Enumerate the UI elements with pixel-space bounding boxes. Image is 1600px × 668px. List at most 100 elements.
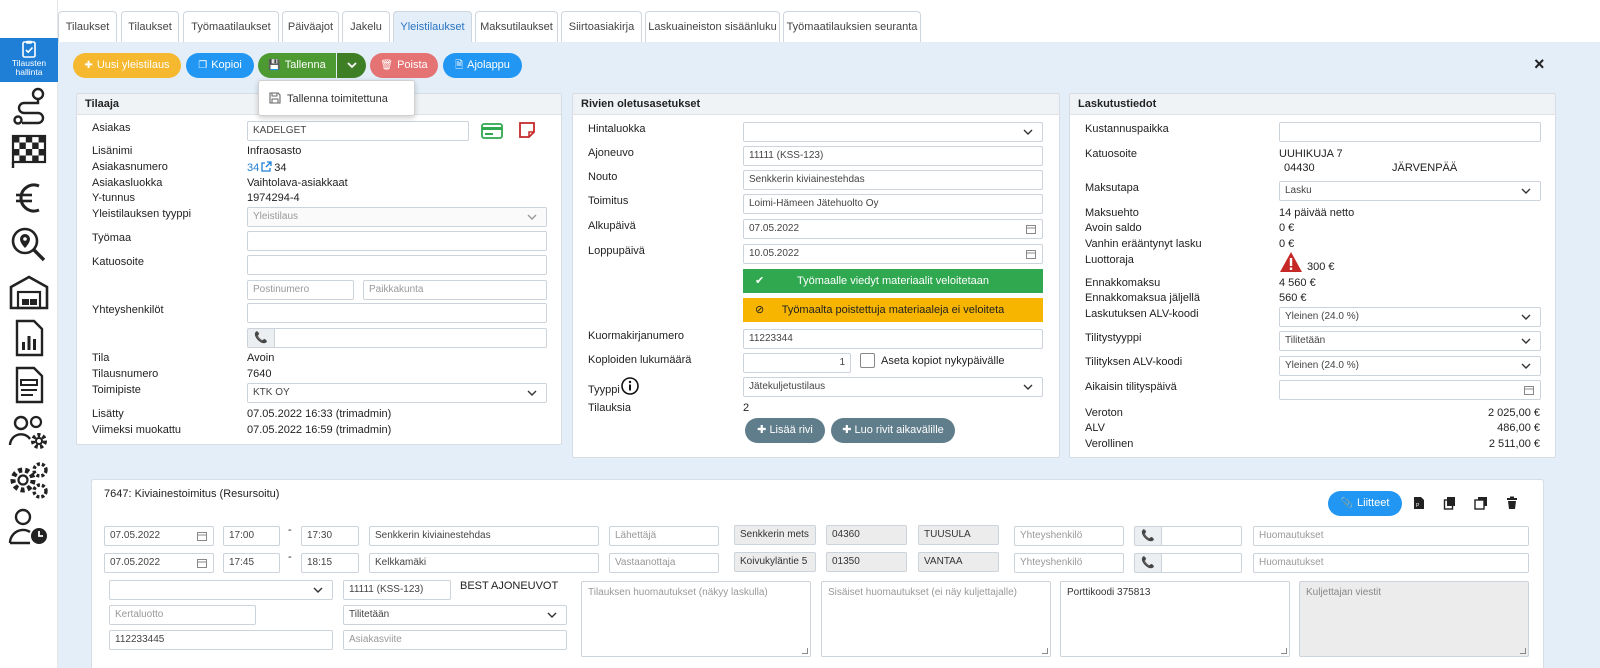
line1-notes-input[interactable]: Huomautukset (1253, 526, 1529, 546)
line1-street-input[interactable]: Senkkerin mets (734, 525, 816, 545)
warehouse-icon[interactable] (8, 272, 50, 312)
driver-messages-textarea[interactable]: Kuljettajan viestit (1299, 581, 1529, 657)
user-clock-icon[interactable] (8, 507, 50, 547)
close-icon[interactable]: × (1534, 55, 1545, 73)
line2-contact-input[interactable]: Yhteyshenkilö (1014, 553, 1124, 573)
tyomaa-input[interactable] (247, 231, 547, 251)
kustannus-input[interactable] (1279, 122, 1541, 142)
document-icon[interactable] (8, 365, 50, 405)
tab-paivaajot[interactable]: Päiväajot (282, 11, 339, 42)
katuosoite-input[interactable] (247, 255, 547, 275)
line1-city-input[interactable]: TUUSULA (918, 525, 999, 545)
resize-grip-icon[interactable] (1281, 648, 1287, 654)
tyyppi-select[interactable]: Yleistilaus (247, 207, 547, 227)
kertaluotto-input[interactable]: Kertaluotto (109, 605, 256, 625)
copy-button[interactable]: ❐ Kopioi (186, 53, 254, 78)
row-tilitys-select[interactable]: Tilitetään (343, 605, 567, 625)
toimitus-input[interactable]: Loimi-Hämeen Jätehuolto Oy (743, 194, 1043, 214)
external-link-icon[interactable] (261, 161, 272, 172)
tyyppi-select[interactable]: Jätekuljetustilaus (743, 377, 1043, 397)
line2-place-input[interactable]: Kelkkamäki (369, 553, 599, 573)
calendar-icon[interactable] (1026, 224, 1036, 234)
route-icon[interactable] (8, 86, 50, 126)
sidebar-item-order-management[interactable]: Tilausten hallinta (0, 38, 58, 82)
line1-from-time[interactable]: 17:00 (223, 526, 280, 546)
pdf-icon[interactable]: P (1412, 496, 1426, 510)
racing-flag-icon[interactable] (8, 130, 50, 170)
line2-street-input[interactable]: Koivukyläntie 5 (734, 552, 816, 572)
line2-to-time[interactable]: 18:15 (301, 553, 359, 573)
line1-date-input[interactable]: 07.05.2022 (104, 526, 214, 546)
ajoneuvo-input[interactable]: 11111 (KSS-123) (743, 146, 1043, 166)
resize-grip-icon[interactable] (1520, 648, 1526, 654)
postinumero-input[interactable]: Postinumero (247, 280, 354, 300)
users-settings-icon[interactable] (8, 413, 50, 453)
nouto-input[interactable]: Senkkerin kiviainestehdas (743, 170, 1043, 190)
order-notes-textarea[interactable]: Tilauksen huomautukset (näkyy laskulla) (581, 581, 811, 657)
ajolappu-button[interactable]: 🗎 Ajolappu (443, 53, 522, 78)
kuormakirja-input[interactable]: 11223344 (743, 329, 1043, 349)
charged-materials-toggle[interactable]: ✔ Työmaalle viedyt materiaalit veloitetaa… (743, 269, 1043, 293)
koplo-input[interactable]: 1 (743, 353, 851, 373)
tab-yleistilaukset[interactable]: Yleistilaukset (393, 11, 472, 42)
line2-city-input[interactable]: VANTAA (918, 552, 999, 572)
tab-tilaukset-1[interactable]: Tilaukset (58, 11, 117, 42)
maksutapa-select[interactable]: Lasku (1279, 181, 1541, 201)
hintaluokka-select[interactable] (743, 122, 1043, 142)
line1-phone-input[interactable] (1161, 526, 1242, 546)
calendar-icon[interactable] (197, 558, 207, 568)
credit-card-icon[interactable] (481, 123, 503, 139)
laskalv-select[interactable]: Yleinen (24.0 %) (1279, 307, 1541, 327)
add-rows-interval-button[interactable]: ✚ Luo rivit aikavälille (831, 418, 955, 443)
save-button[interactable]: 💾 Tallenna (258, 53, 336, 78)
gears-icon[interactable] (8, 460, 50, 500)
add-row-button[interactable]: ✚ Lisää rivi (745, 418, 825, 443)
resize-grip-icon[interactable] (1042, 648, 1048, 654)
info-icon[interactable] (621, 377, 639, 395)
tab-siirtoasiakirja[interactable]: Siirtoasiakirja (561, 11, 642, 42)
search-map-icon[interactable] (8, 224, 50, 264)
euro-icon[interactable] (8, 178, 50, 218)
attachments-button[interactable]: 📎 Liitteet (1328, 491, 1402, 516)
alkupaiva-input[interactable]: 07.05.2022 (743, 219, 1043, 239)
line1-place-input[interactable]: Senkkerin kiviainestehdas (369, 526, 599, 546)
asiakasnumero-link[interactable]: 34 (247, 162, 259, 174)
delete-button[interactable]: 🗑 Poista (370, 53, 438, 78)
sticky-note-icon[interactable] (518, 121, 536, 139)
tab-tyomaatilaukset[interactable]: Työmaatilaukset (183, 11, 279, 42)
line2-date-input[interactable]: 07.05.2022 (104, 553, 214, 573)
asiakas-input[interactable]: KADELGET (247, 121, 469, 141)
door-code-textarea[interactable]: Porttikoodi 375813 (1060, 581, 1290, 657)
loppupaiva-input[interactable]: 10.05.2022 (743, 244, 1043, 264)
new-order-button[interactable]: ✚ Uusi yleistilaus (73, 53, 181, 78)
row-select[interactable] (109, 580, 333, 600)
tab-jakelu[interactable]: Jakelu (342, 11, 390, 42)
phone-input[interactable] (274, 328, 547, 348)
tab-tyomaatilauksien-seuranta[interactable]: Työmaatilauksien seuranta (783, 11, 921, 42)
line2-zip-input[interactable]: 01350 (826, 552, 907, 572)
line1-sender-input[interactable]: Lähettäjä (609, 526, 719, 546)
copy-icon[interactable] (1443, 496, 1457, 510)
line2-phone-input[interactable] (1161, 553, 1242, 573)
ref-number-input[interactable]: 112233445 (109, 630, 333, 650)
resize-grip-icon[interactable] (802, 648, 808, 654)
aikaisin-input[interactable] (1279, 380, 1541, 400)
tilalv-select[interactable]: Yleinen (24.0 %) (1279, 356, 1541, 376)
calendar-icon[interactable] (1026, 249, 1036, 259)
trash-icon[interactable] (1505, 496, 1519, 510)
line1-contact-input[interactable]: Yhteyshenkilö (1014, 526, 1124, 546)
internal-notes-textarea[interactable]: Sisäiset huomautukset (ei näy kuljettaja… (821, 581, 1051, 657)
tab-laskuaineiston-sisaanluku[interactable]: Laskuaineiston sisäänluku (645, 11, 780, 42)
line2-notes-input[interactable]: Huomautukset (1253, 553, 1529, 573)
aseta-checkbox[interactable] (860, 353, 875, 368)
report-icon[interactable] (8, 318, 50, 358)
asiakasviite-input[interactable]: Asiakasviite (343, 630, 567, 650)
yhteyshenkilot-input[interactable] (247, 303, 547, 323)
tab-tilaukset-2[interactable]: Tilaukset (121, 11, 179, 42)
tab-maksutilaukset[interactable]: Maksutilaukset (475, 11, 558, 42)
row-vehicle-input[interactable]: 11111 (KSS-123) (343, 580, 451, 600)
save-delivered-menu-item[interactable]: Tallenna toimitettuna (269, 92, 409, 108)
toimipiste-select[interactable]: KTK OY (247, 383, 547, 403)
tilitys-select[interactable]: Tilitetään (1279, 331, 1541, 351)
paikkakunta-input[interactable]: Paikkakunta (363, 280, 547, 300)
